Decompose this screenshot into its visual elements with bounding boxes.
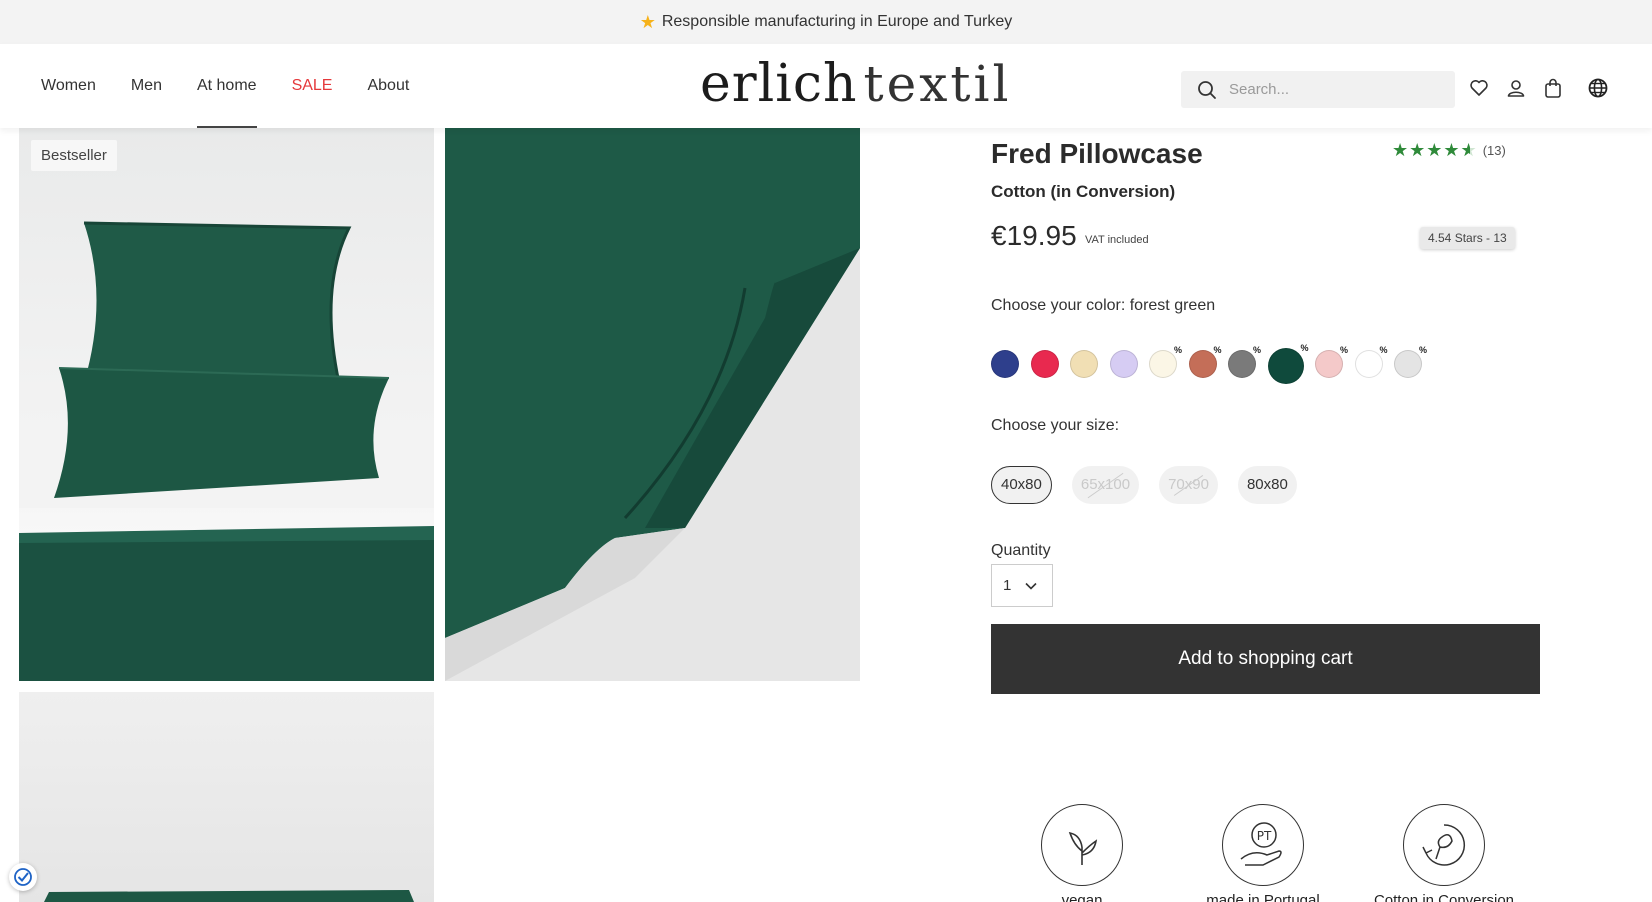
rating-tooltip: 4.54 Stars - 13: [1420, 227, 1515, 249]
color-label: Choose your color: forest green: [991, 297, 1216, 314]
quantity-select[interactable]: 1: [991, 564, 1053, 607]
sale-mark: %: [1213, 345, 1222, 355]
nav-sale[interactable]: SALE: [292, 44, 333, 128]
sale-mark: %: [1300, 343, 1309, 353]
product-image-2[interactable]: [445, 128, 860, 681]
sale-mark: %: [1418, 345, 1427, 355]
sale-mark: %: [1379, 345, 1388, 355]
rating-stars-icon: ★★★★★ ★: [1392, 140, 1478, 160]
nav-men[interactable]: Men: [131, 44, 162, 128]
color-swatch[interactable]: [1030, 350, 1059, 378]
fabric-fold-illustration: [445, 128, 860, 681]
size-option[interactable]: 70x90: [1159, 466, 1218, 504]
color-swatch[interactable]: %: [1149, 345, 1182, 378]
site-header: Women Men At home SALE About erlich texti…: [0, 44, 1652, 128]
sale-mark: %: [1339, 345, 1348, 355]
chevron-down-icon: [1025, 582, 1037, 590]
main-nav: Women Men At home SALE About: [41, 44, 444, 128]
quantity-label: Quantity: [991, 542, 1051, 559]
size-option[interactable]: 65x100: [1071, 466, 1140, 504]
product-rating[interactable]: ★★★★★ ★ (13): [1392, 140, 1506, 161]
sale-mark: %: [1252, 345, 1261, 355]
add-to-cart-button[interactable]: Add to shopping cart: [991, 624, 1540, 694]
search-box[interactable]: [1181, 71, 1455, 108]
cotton-icon: [1403, 804, 1485, 886]
product-title: Fred Pillowcase: [991, 138, 1203, 169]
color-swatch[interactable]: %: [1315, 345, 1348, 378]
feature-label: Cotton in Conversion: [1373, 892, 1515, 902]
pillow-edge-illustration: [44, 890, 414, 902]
color-swatch[interactable]: %: [1267, 343, 1309, 384]
hand-portugal-icon: PT: [1222, 804, 1304, 886]
feature-label: made in Portugal: [1206, 892, 1320, 902]
color-swatch[interactable]: [1109, 350, 1138, 378]
nav-women[interactable]: Women: [41, 44, 96, 128]
vat-note: VAT included: [1085, 234, 1149, 246]
search-icon: [1198, 80, 1216, 99]
header-icons: [1467, 72, 1623, 104]
bag-icon[interactable]: [1541, 72, 1565, 104]
product-image-1[interactable]: Bestseller: [19, 128, 434, 681]
color-swatch[interactable]: %: [1228, 345, 1261, 378]
nav-at-home[interactable]: At home: [196, 44, 257, 128]
feature-made-in-portugal: PT made in Portugal: [1183, 804, 1343, 902]
bestseller-badge: Bestseller: [31, 140, 117, 171]
product-material: Cotton (in Conversion): [991, 182, 1176, 201]
user-icon[interactable]: [1504, 72, 1528, 104]
size-option[interactable]: 40x80: [991, 466, 1052, 504]
sale-mark: %: [1173, 345, 1182, 355]
color-swatch[interactable]: [991, 350, 1019, 378]
logo-part-1: erlich: [700, 54, 858, 114]
color-swatch[interactable]: %: [1394, 345, 1427, 378]
announcement-bar: ★ Responsible manufacturing in Europe an…: [0, 0, 1652, 44]
site-logo[interactable]: erlich textil: [700, 52, 1008, 116]
rating-count: (13): [1482, 143, 1506, 158]
quantity-value: 1: [1003, 577, 1012, 594]
globe-icon[interactable]: [1586, 72, 1610, 104]
leaves-icon: [1041, 804, 1123, 886]
product-image-3[interactable]: [19, 692, 434, 902]
color-swatch[interactable]: %: [1188, 345, 1222, 378]
feature-vegan: vegan: [1002, 804, 1162, 902]
logo-part-2: textil: [863, 55, 1012, 113]
star-icon: ★: [639, 11, 656, 32]
color-swatch[interactable]: [1070, 350, 1098, 378]
nav-about[interactable]: About: [367, 44, 409, 128]
size-options: 40x80 65x100 70x90 80x80: [991, 466, 1317, 504]
cookie-consent-icon[interactable]: [9, 863, 37, 891]
product-price: €19.95: [991, 220, 1077, 251]
search-input[interactable]: [1229, 81, 1429, 98]
announcement-text: Responsible manufacturing in Europe and …: [661, 13, 1013, 30]
heart-icon[interactable]: [1467, 72, 1491, 104]
pillow-stack-illustration: [19, 221, 434, 681]
svg-text:PT: PT: [1257, 829, 1272, 843]
feature-label: vegan: [1061, 892, 1103, 902]
size-option[interactable]: 80x80: [1237, 466, 1297, 504]
color-swatch[interactable]: %: [1354, 345, 1388, 378]
size-label: Choose your size:: [991, 417, 1120, 434]
color-swatches: %%%%%%%: [991, 343, 1434, 384]
feature-cotton-in-conversion: Cotton in Conversion: [1364, 804, 1524, 902]
